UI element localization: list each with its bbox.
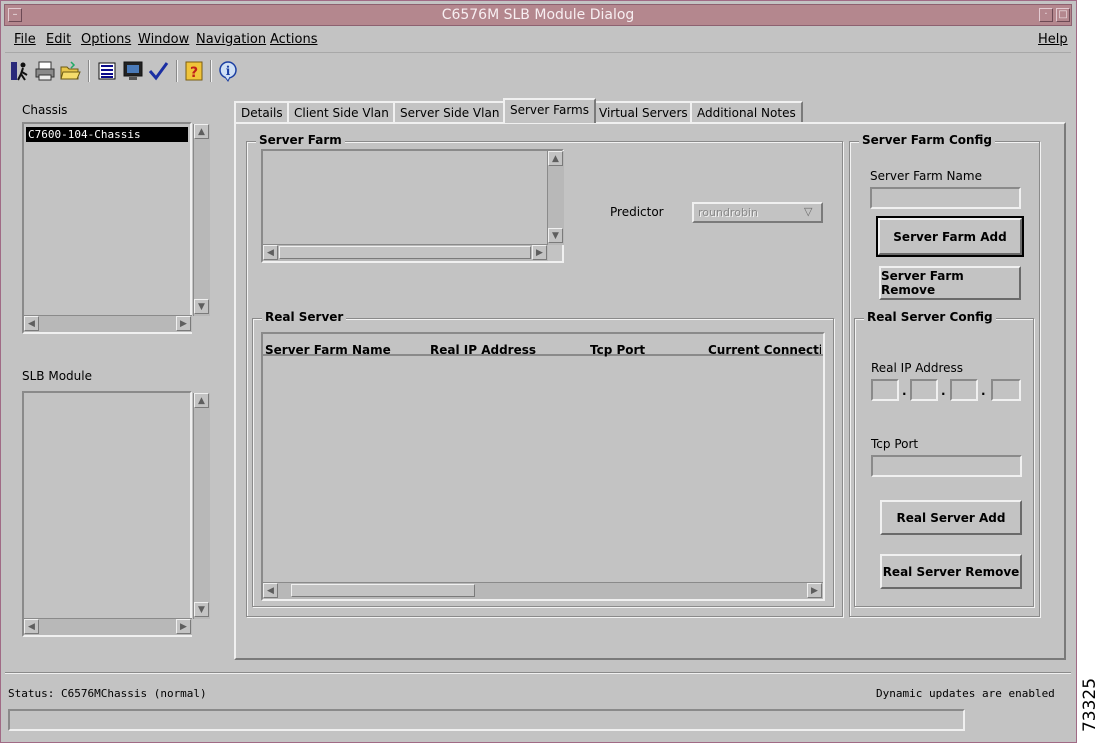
scroll-thumb[interactable] [279,246,531,259]
toolbar-separator [88,60,90,82]
chassis-vscroll[interactable]: ▲ ▼ [193,124,210,316]
status-text: Status: C6576MChassis (normal) [8,687,207,700]
real-ip-address-label: Real IP Address [871,361,964,375]
list-icon[interactable] [95,59,119,83]
server-farm-remove-button[interactable]: Server Farm Remove [879,266,1021,300]
menu-bar: File Edit Options Window Navigation Acti… [5,27,1071,53]
server-farm-list[interactable]: ▲ ▼ ◀ ▶ [261,149,564,263]
minimize-button[interactable]: · [1039,8,1053,22]
scroll-right-icon[interactable]: ▶ [807,583,822,598]
scroll-up-icon[interactable]: ▲ [548,151,563,166]
slb-module-label: SLB Module [22,369,92,383]
slb-module-list[interactable]: ▲ ▼ ◀ ▶ [22,391,210,637]
chassis-label: Chassis [22,103,68,117]
tcp-port-input[interactable] [871,455,1022,477]
scroll-up-icon[interactable]: ▲ [194,124,209,139]
predictor-select[interactable]: roundrobin ▽ [692,202,823,223]
tab-server-farms[interactable]: Server Farms [503,98,596,123]
scroll-right-icon[interactable]: ▶ [532,245,547,260]
ip-separator: . [902,384,907,398]
column-real-ip-address[interactable]: Real IP Address [430,343,536,357]
exit-icon[interactable] [8,59,32,83]
monitor-icon[interactable] [121,59,145,83]
scroll-left-icon[interactable]: ◀ [263,583,278,598]
real-server-remove-button[interactable]: Real Server Remove [880,554,1022,589]
chassis-hscroll[interactable]: ◀ ▶ [24,315,192,332]
toolbar-separator [210,60,212,82]
tab-client-side-vlan[interactable]: Client Side Vlan [287,101,396,122]
ip-octet-1-input[interactable] [871,379,899,401]
tab-additional-notes[interactable]: Additional Notes [690,101,803,122]
predictor-value: roundrobin [698,206,758,219]
server-farm-vscroll[interactable]: ▲ ▼ [547,151,564,245]
help-question-icon[interactable]: ? [182,59,206,83]
server-farm-hscroll[interactable]: ◀ ▶ [263,244,548,261]
real-server-add-button[interactable]: Real Server Add [880,500,1022,535]
status-message-field [8,709,965,731]
ip-separator: . [941,384,946,398]
scroll-left-icon[interactable]: ◀ [263,245,278,260]
column-tcp-port[interactable]: Tcp Port [590,343,645,357]
scroll-right-icon[interactable]: ▶ [176,619,191,634]
title-bar[interactable]: – C6576M SLB Module Dialog · □ [4,4,1072,26]
scroll-down-icon[interactable]: ▼ [548,228,563,243]
ip-octet-2-input[interactable] [910,379,938,401]
dropdown-arrow-icon: ▽ [804,205,813,218]
toolbar: ? i [5,54,1071,88]
tab-server-side-vlan[interactable]: Server Side Vlan [393,101,507,122]
slb-module-hscroll[interactable]: ◀ ▶ [24,618,192,635]
menu-navigation[interactable]: Navigation [196,32,266,47]
menu-actions[interactable]: Actions [270,32,318,47]
ip-octet-4-input[interactable] [991,379,1021,401]
chassis-item[interactable]: C7600-104-Chassis [26,127,188,142]
tab-virtual-servers[interactable]: Virtual Servers [592,101,695,122]
menu-help[interactable]: Help [1038,32,1068,47]
info-icon[interactable]: i [216,59,240,83]
scroll-left-icon[interactable]: ◀ [24,316,39,331]
scroll-down-icon[interactable]: ▼ [194,299,209,314]
slb-module-vscroll[interactable]: ▲ ▼ [193,393,210,619]
scroll-thumb[interactable] [291,584,475,597]
checkmark-icon[interactable] [146,59,170,83]
window-title: C6576M SLB Module Dialog [441,7,635,23]
menu-window[interactable]: Window [138,32,189,47]
scroll-left-icon[interactable]: ◀ [24,619,39,634]
open-folder-icon[interactable] [58,59,82,83]
server-farm-group-title: Server Farm [256,133,345,147]
real-server-config-title: Real Server Config [864,310,996,324]
column-current-connections[interactable]: Current Connections [708,343,821,357]
server-farm-config-title: Server Farm Config [859,133,996,147]
scroll-up-icon[interactable]: ▲ [194,393,209,408]
toolbar-separator [176,60,178,82]
printer-icon[interactable] [33,59,57,83]
svg-text:?: ? [190,65,198,81]
column-server-farm-name[interactable]: Server Farm Name [265,343,391,357]
tab-details[interactable]: Details [234,101,290,122]
dynamic-updates-text: Dynamic updates are enabled [876,687,1055,700]
scroll-down-icon[interactable]: ▼ [194,602,209,617]
ip-octet-3-input[interactable] [950,379,978,401]
real-server-table[interactable]: ◀ ▶ [261,332,825,601]
status-divider [5,672,1071,674]
real-server-group-title: Real Server [262,310,347,324]
svg-text:i: i [226,64,231,78]
server-farm-add-button[interactable]: Server Farm Add [876,216,1024,257]
menu-edit[interactable]: Edit [46,32,71,47]
server-farm-name-input[interactable] [870,187,1021,209]
scroll-right-icon[interactable]: ▶ [176,316,191,331]
predictor-label: Predictor [610,205,664,219]
chassis-list[interactable]: C7600-104-Chassis ▲ ▼ ◀ ▶ [22,122,210,334]
menu-options[interactable]: Options [81,32,131,47]
menu-file[interactable]: File [14,32,36,47]
tcp-port-label: Tcp Port [871,437,919,451]
maximize-button[interactable]: □ [1056,8,1070,22]
figure-id: 73325 [1080,677,1100,733]
real-server-hscroll[interactable]: ◀ ▶ [263,582,823,599]
ip-separator: . [981,384,986,398]
server-farm-name-label: Server Farm Name [870,169,982,183]
